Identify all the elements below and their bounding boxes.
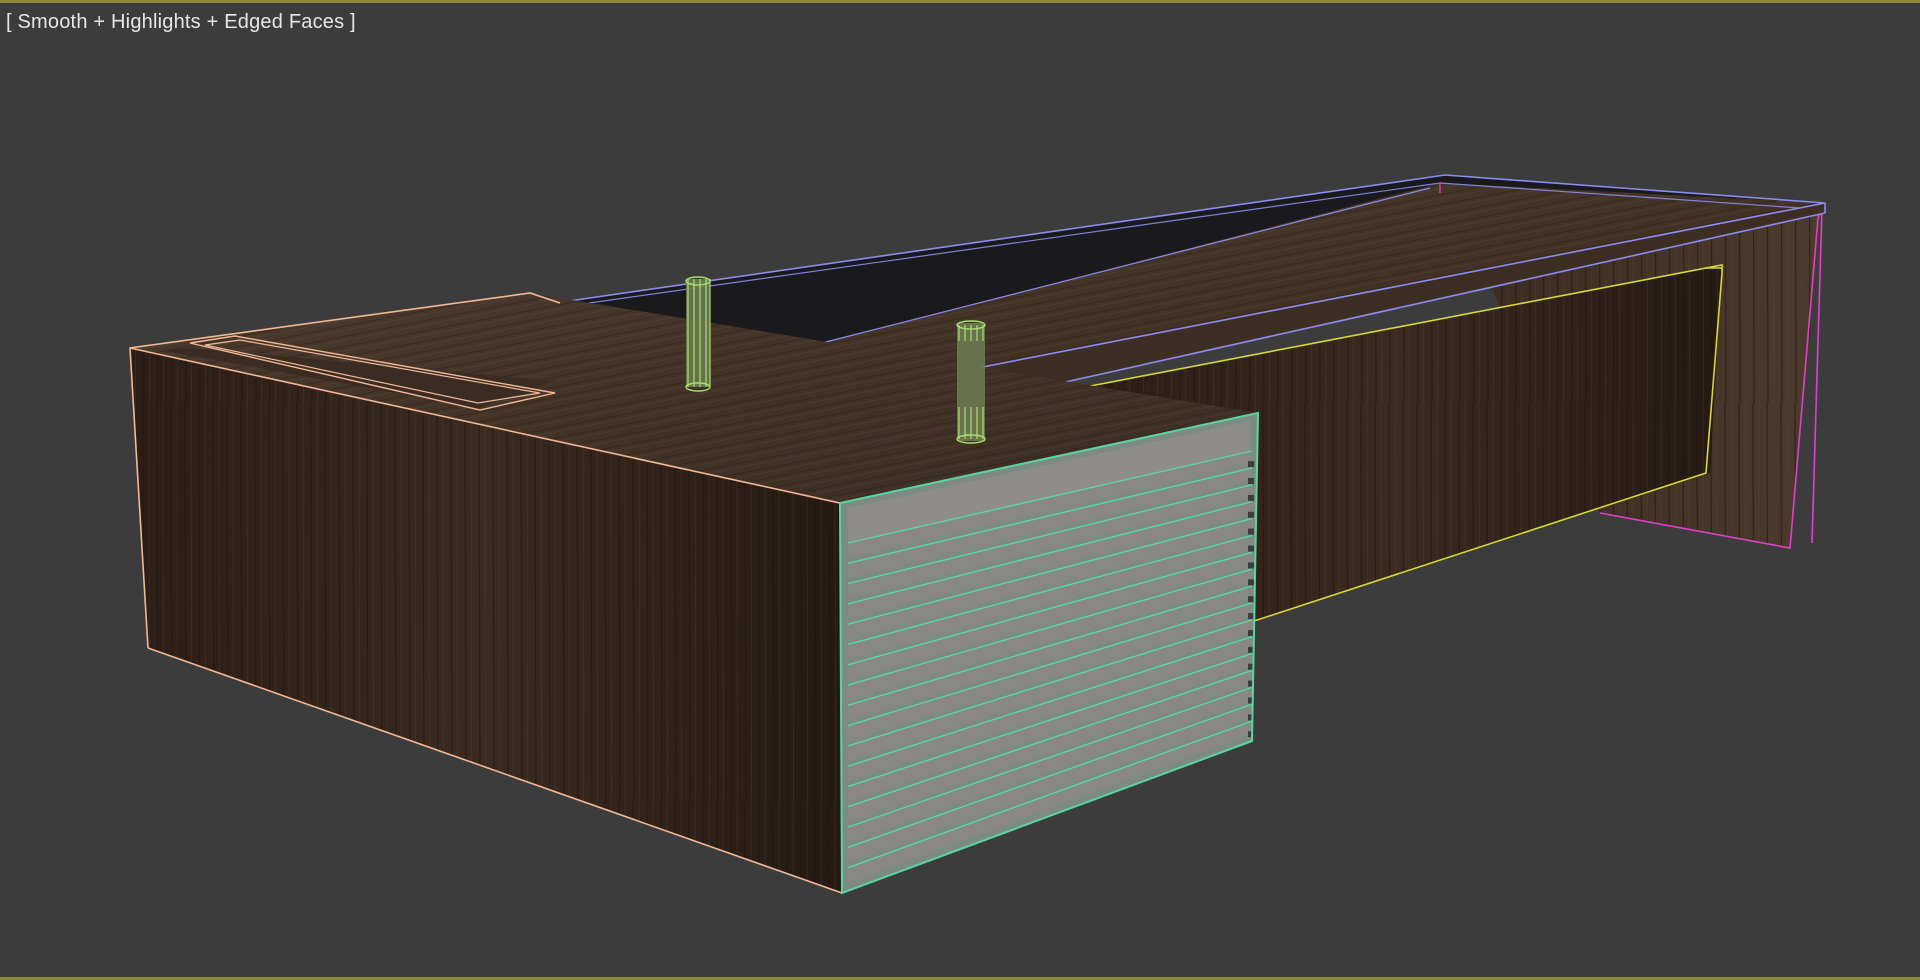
drawer-rib-notch — [1248, 596, 1254, 603]
3d-viewport[interactable]: [ Smooth + Highlights + Edged Faces ] — [0, 0, 1920, 980]
drawer-rib-notch — [1248, 461, 1254, 468]
support-pin-right[interactable] — [956, 320, 986, 444]
scene-render[interactable] — [0, 3, 1920, 980]
drawer-rib-notch — [1248, 478, 1254, 485]
drawer-rib-notch — [1248, 528, 1254, 535]
drawer-rib-notch — [1248, 545, 1254, 552]
viewport-shading-label[interactable]: [ Smooth + Highlights + Edged Faces ] — [6, 11, 356, 34]
drawer-rib-notch — [1248, 511, 1254, 518]
drawer-rib-notch — [1248, 562, 1254, 569]
drawer-rib-notch — [1248, 579, 1254, 586]
support-pin-left[interactable] — [685, 276, 711, 392]
drawer-rib-notch — [1248, 613, 1254, 620]
drawer-rib-notch — [1248, 494, 1254, 501]
